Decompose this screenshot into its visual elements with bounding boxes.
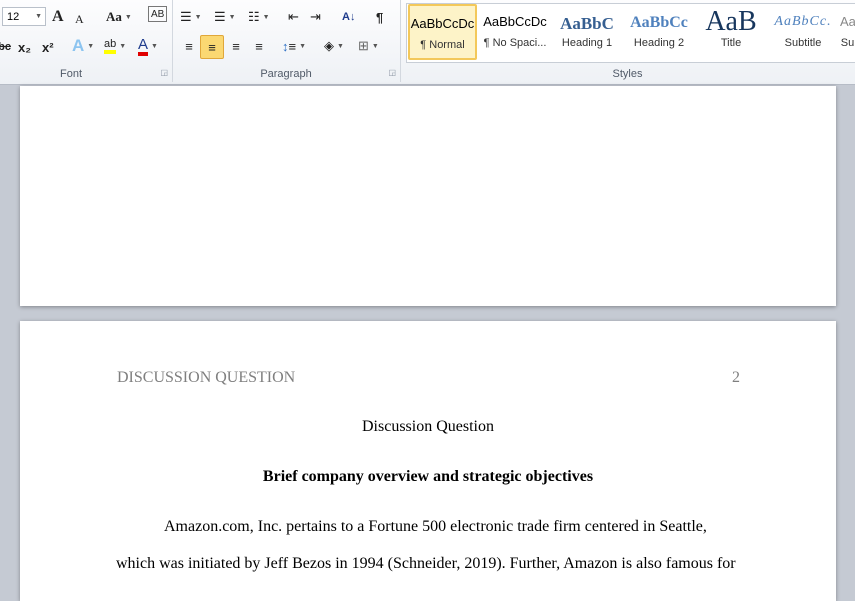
subscript-button[interactable]: x₂ (18, 36, 31, 58)
line-spacing-button[interactable]: ↕ ≡ ▼ (282, 35, 306, 57)
chevron-down-icon: ▼ (35, 13, 42, 20)
multilevel-list-button[interactable]: ☷ ▼ (248, 6, 270, 28)
align-right-icon[interactable]: ≡ (227, 35, 245, 57)
page-header-title: DISCUSSION QUESTION (117, 369, 296, 386)
numbering-button[interactable]: ☰ ▼ (214, 6, 236, 28)
document-title: Discussion Question (362, 418, 494, 435)
text-effects-icon: A (72, 36, 85, 55)
style-title[interactable]: AaB Title (696, 4, 766, 60)
styles-group-label: Styles (612, 68, 643, 80)
bullets-button[interactable]: ☰ ▼ (180, 6, 202, 28)
justify-icon[interactable]: ≡ (250, 35, 268, 57)
style-no-spacing[interactable]: AaBbCcDc ¶ No Spaci... (480, 4, 550, 60)
clear-formatting-icon[interactable]: AB (148, 6, 168, 22)
font-color-button[interactable]: A ▼ (138, 35, 158, 57)
section-heading: Brief company overview and strategic obj… (262, 468, 594, 485)
style-subtle[interactable]: Aa Su (840, 4, 855, 60)
align-left-icon[interactable]: ≡ (180, 35, 198, 57)
align-center-icon[interactable]: ≡ (200, 35, 224, 59)
font-size-select[interactable]: 12 ▼ (2, 7, 46, 26)
change-case-label: Aa (106, 9, 122, 24)
strikethrough-button[interactable]: abc (0, 36, 11, 58)
style-preview: AaBbCc. (774, 14, 832, 29)
style-name: Title (720, 37, 742, 49)
font-size-value: 12 (7, 10, 20, 23)
style-preview: AaB (705, 6, 757, 34)
paragraph-line: Amazon.com, Inc. pertains to a Fortune 5… (164, 518, 707, 535)
style-heading-2[interactable]: AaBbCc Heading 2 (624, 4, 694, 60)
borders-button[interactable]: ⊞ ▼ (358, 35, 379, 57)
styles-group: AaBbCcDc ¶ Normal AaBbCcDc ¶ No Spaci... A… (400, 0, 855, 82)
style-preview: AaBbCc (630, 14, 688, 31)
style-preview: AaBbC (560, 14, 614, 33)
style-heading-1[interactable]: AaBbC Heading 1 (552, 4, 622, 60)
style-preview: AaBbCcDc (483, 14, 547, 29)
page-2[interactable]: DISCUSSION QUESTION 2 Discussion Questio… (20, 321, 836, 601)
paragraph-group-label: Paragraph (260, 68, 312, 80)
ribbon: 12▼ A A Aa▼ AB abc x₂ x² A▼ ab▼ A▼ Font … (0, 0, 855, 85)
chevron-down-icon: ▼ (124, 13, 132, 21)
shrink-font-button[interactable]: A (75, 8, 84, 30)
chevron-down-icon: ▼ (87, 42, 95, 50)
style-preview: AaBbCcDc (410, 16, 475, 31)
font-color-icon: A (138, 37, 149, 56)
increase-indent-icon[interactable]: ⇥ (310, 6, 321, 28)
style-name: Subtitle (784, 37, 822, 49)
shading-button[interactable]: ◈ ▼ (324, 35, 344, 57)
style-name: ¶ Normal (420, 39, 465, 51)
decrease-indent-icon[interactable]: ⇤ (288, 6, 299, 28)
style-name: Su (840, 37, 855, 49)
style-subtitle[interactable]: AaBbCc. Subtitle (768, 4, 838, 60)
style-preview: Aa (840, 14, 855, 29)
font-group-label: Font (59, 68, 82, 80)
chevron-down-icon: ▼ (119, 42, 127, 50)
font-group: 12▼ A A Aa▼ AB abc x₂ x² A▼ ab▼ A▼ Font … (0, 0, 173, 82)
text-effects-button[interactable]: A ▼ (72, 35, 94, 57)
paragraph-line: which was initiated by Jeff Bezos in 199… (116, 555, 736, 572)
dialog-launcher-icon[interactable]: ◲ (160, 68, 168, 77)
show-formatting-button[interactable]: ¶ (376, 6, 383, 28)
style-normal[interactable]: AaBbCcDc ¶ Normal (408, 4, 477, 60)
style-name: Heading 2 (633, 37, 685, 49)
page-1 (20, 86, 836, 306)
superscript-button[interactable]: x² (42, 36, 54, 58)
highlight-button[interactable]: ab ▼ (104, 35, 126, 57)
page-number: 2 (732, 369, 740, 386)
sort-button[interactable]: A↓ (342, 6, 355, 28)
style-name: ¶ No Spaci... (483, 37, 547, 49)
change-case-button[interactable]: Aa ▼ (106, 6, 132, 28)
dialog-launcher-icon[interactable]: ◲ (388, 68, 396, 77)
grow-font-button[interactable]: A (52, 6, 64, 28)
chevron-down-icon: ▼ (151, 42, 158, 50)
paragraph-group: ☰ ▼ ☰ ▼ ☷ ▼ ⇤ ⇥ A↓ ¶ ≡ ≡ ≡ ≡ ↕ ≡ ▼ ◈ ▼ ⊞ ▼ Para… (172, 0, 401, 82)
style-name: Heading 1 (561, 37, 613, 49)
highlight-icon: ab (104, 38, 117, 54)
